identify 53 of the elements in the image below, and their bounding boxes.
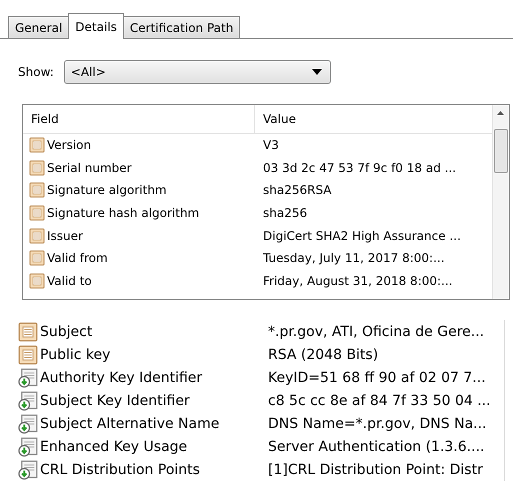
field-value: Tuesday, July 11, 2017 8:00:... (263, 251, 445, 266)
field-value: Server Authentication (1.3.6.... (268, 438, 484, 454)
field-value: *.pr.gov, ATI, Oficina de Gere... (268, 324, 484, 340)
extension-icon (18, 460, 38, 480)
field-name[interactable]: Subject Key Identifier (40, 392, 190, 408)
field-name[interactable]: Subject Alternative Name (40, 416, 220, 432)
field-name[interactable]: Signature algorithm (47, 183, 167, 198)
field-name[interactable]: Subject (40, 324, 92, 340)
field-value: V3 (263, 138, 279, 152)
field-name[interactable]: Enhanced Key Usage (40, 438, 188, 454)
field-value: c8 5c cc 8e af 84 7f 33 50 04 ... (268, 392, 491, 408)
field-name[interactable]: Authority Key Identifier (40, 370, 202, 386)
field-value: DigiCert SHA2 High Assurance ... (263, 228, 461, 243)
field-name[interactable]: CRL Distribution Points (40, 462, 200, 478)
field-value: Friday, August 31, 2018 8:00:... (263, 274, 452, 288)
document-icon (29, 250, 45, 266)
document-icon (18, 344, 38, 364)
field-value: [1]CRL Distribution Point: Distr (268, 462, 483, 478)
scroll-up-arrow-icon[interactable] (497, 111, 504, 115)
field-value: RSA (2048 Bits) (268, 346, 378, 362)
tab[interactable]: Details (68, 13, 124, 39)
field-name[interactable]: Version (47, 138, 92, 152)
tab[interactable]: General (8, 16, 70, 38)
field-name[interactable]: Valid from (47, 251, 108, 266)
field-name[interactable]: Issuer (47, 228, 83, 243)
extension-icon (18, 436, 38, 456)
scrollbar[interactable] (492, 105, 509, 299)
document-icon (29, 205, 45, 222)
extension-icon (18, 368, 38, 388)
column-header[interactable]: Value (255, 105, 296, 133)
show-label: Show: (18, 65, 54, 79)
scrollbar-thumb[interactable] (494, 129, 508, 173)
field-value: KeyID=51 68 ff 90 af 02 07 7... (268, 370, 486, 386)
field-value: DNS Name=*.pr.gov, DNS Na... (268, 416, 487, 432)
field-name[interactable]: Signature hash algorithm (47, 206, 200, 220)
field-name[interactable]: Public key (40, 346, 110, 362)
field-value: sha256RSA (263, 183, 332, 198)
show-dropdown[interactable]: <All> (64, 60, 331, 84)
field-name[interactable]: Serial number (47, 160, 132, 175)
field-value: 03 3d 2c 47 53 7f 9c f0 18 ad ... (263, 160, 456, 175)
document-icon (29, 137, 45, 154)
document-icon (29, 182, 45, 198)
extension-icon (18, 414, 38, 434)
dropdown-arrow-icon (312, 69, 322, 75)
tab[interactable]: Certification Path (122, 16, 240, 38)
field-value: sha256 (263, 206, 308, 220)
extension-icon (18, 390, 38, 410)
document-icon (18, 322, 38, 342)
document-icon (29, 228, 45, 244)
column-header[interactable]: Field (23, 105, 255, 133)
document-icon (29, 272, 45, 289)
document-icon (29, 160, 45, 176)
field-name[interactable]: Valid to (47, 274, 92, 288)
